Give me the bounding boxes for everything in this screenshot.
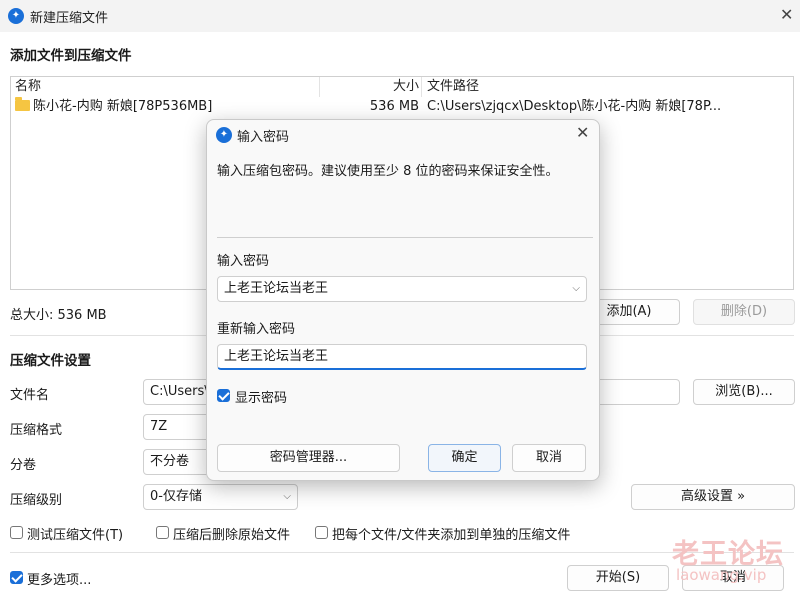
row-path: C:\Users\zjqcx\Desktop\陈小花-内购 新娘[78P... <box>427 99 722 114</box>
password-dialog: ✦ 输入密码 ✕ 输入压缩包密码。建议使用至少 8 位的密码来保证安全性。 输入… <box>206 119 600 481</box>
confirm-password-label: 重新输入密码 <box>217 322 296 337</box>
more-options-checkbox[interactable] <box>10 571 23 584</box>
password-input[interactable]: 上老王论坛当老王 ⌵ <box>217 276 587 302</box>
format-value: 7Z <box>150 419 168 434</box>
start-button[interactable]: 开始(S) <box>567 565 669 591</box>
row-name: 陈小花-内购 新娘[78P536MB] <box>33 99 213 114</box>
test-archive-label[interactable]: 测试压缩文件(T) <box>27 524 123 543</box>
volume-label: 分卷 <box>10 458 37 473</box>
column-separator <box>319 77 320 97</box>
separate-archives-label[interactable]: 把每个文件/文件夹添加到单独的压缩文件 <box>332 524 570 543</box>
delete-after-label[interactable]: 压缩后删除原始文件 <box>173 524 290 543</box>
row-name-cell: 陈小花-内购 新娘[78P536MB] <box>15 97 315 117</box>
confirm-password-input[interactable]: 上老王论坛当老王 <box>217 344 587 370</box>
folder-icon <box>15 97 30 111</box>
app-logo-icon: ✦ <box>216 127 232 143</box>
chevron-down-icon[interactable]: ⌵ <box>572 277 580 301</box>
delete-button[interactable]: 删除(D) <box>693 299 795 325</box>
browse-button[interactable]: 浏览(B)... <box>693 379 795 405</box>
dialog-cancel-button[interactable]: 取消 <box>512 444 586 472</box>
show-password-checkbox[interactable] <box>217 389 230 402</box>
title-bar: ✦ 新建压缩文件 ✕ <box>0 0 800 32</box>
password-manager-button[interactable]: 密码管理器... <box>217 444 400 472</box>
settings-section-title: 压缩文件设置 <box>10 353 91 369</box>
dialog-close-icon[interactable]: ✕ <box>576 123 589 142</box>
password-label: 输入密码 <box>217 254 270 269</box>
column-header-path[interactable]: 文件路径 <box>427 77 479 97</box>
separate-archives-checkbox[interactable] <box>315 526 328 539</box>
row-size: 536 MB <box>369 99 419 114</box>
chevron-down-icon: ⌵ <box>283 491 291 502</box>
filename-label: 文件名 <box>10 388 50 403</box>
show-password-label[interactable]: 显示密码 <box>235 387 287 406</box>
app-logo-icon: ✦ <box>8 8 24 24</box>
window-title: 新建压缩文件 <box>30 11 109 26</box>
more-options-label[interactable]: 更多选项... <box>27 569 91 588</box>
dialog-description: 输入压缩包密码。建议使用至少 8 位的密码来保证安全性。 <box>217 164 559 179</box>
column-separator <box>421 77 422 97</box>
format-label: 压缩格式 <box>10 423 63 438</box>
volume-value: 不分卷 <box>150 454 190 469</box>
column-header-size[interactable]: 大小 <box>321 77 419 97</box>
level-label: 压缩级别 <box>10 493 63 508</box>
window-close-icon[interactable]: ✕ <box>780 5 793 24</box>
level-select[interactable]: 0-仅存储 ⌵ <box>143 484 298 510</box>
delete-after-checkbox[interactable] <box>156 526 169 539</box>
watermark-url: laowang.vip <box>676 566 767 584</box>
ok-button[interactable]: 确定 <box>428 444 501 472</box>
password-value: 上老王论坛当老王 <box>224 281 329 296</box>
column-header-name[interactable]: 名称 <box>15 77 41 97</box>
level-value: 0-仅存储 <box>150 489 202 504</box>
test-archive-checkbox[interactable] <box>10 526 23 539</box>
files-section-title: 添加文件到压缩文件 <box>10 48 132 64</box>
advanced-settings-button[interactable]: 高级设置 » <box>631 484 795 510</box>
divider <box>217 237 593 238</box>
total-size: 总大小: 536 MB <box>10 308 107 323</box>
dialog-title: 输入密码 <box>237 130 290 145</box>
